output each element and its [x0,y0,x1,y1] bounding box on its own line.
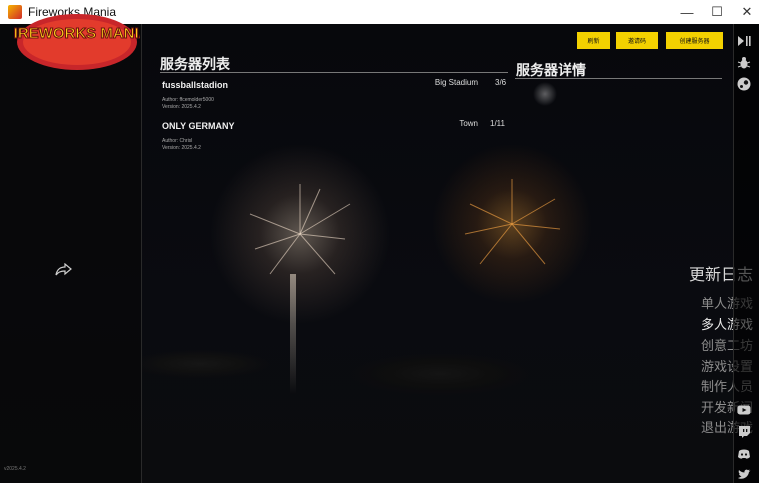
play-pause-icon[interactable] [737,34,751,48]
server-author: Author: ffcemolder5000 [162,97,214,103]
logo-text-fireworks: FIREWORKS MANIA [14,25,140,42]
minimize-button[interactable]: — [672,0,702,24]
discord-icon[interactable] [737,447,751,461]
launch-streak [290,274,296,394]
fireworks-mania-logo: FIREWORKS MANIA [14,14,140,70]
server-player-count: 1/11 [490,119,505,128]
server-details-title: 服务器详情 [516,62,586,78]
server-player-count: 3/6 [495,78,507,87]
twitch-icon[interactable] [737,425,751,439]
game-version: v2025.4.2 [4,466,26,472]
steam-icon[interactable] [737,77,751,91]
refresh-button[interactable]: 刷新 [577,32,610,49]
tree-silhouettes [140,324,600,444]
close-button[interactable]: ✕ [732,0,759,24]
twitter-icon[interactable] [737,468,751,481]
server-author: Author: Chrisl [162,138,193,144]
server-map: Big Stadium [434,78,478,87]
server-name: ONLY GERMANY [162,121,235,131]
server-name: fussballstadion [162,80,229,90]
create-server-button[interactable]: 创建服务器 [666,32,723,49]
bug-icon[interactable] [737,56,751,70]
server-version: Version: 2025.4.2 [162,145,201,151]
server-list-title: 服务器列表 [160,56,230,72]
youtube-icon[interactable] [737,403,751,417]
server-map: Town [459,119,478,128]
left-sidebar [0,24,142,483]
server-details-divider [515,78,722,79]
server-list-divider [160,72,508,73]
server-version: Version: 2025.4.2 [162,104,201,110]
share-arrow-icon [55,263,72,276]
invite-code-button[interactable]: 邀请码 [616,32,658,49]
maximize-button[interactable]: ☐ [702,0,732,24]
